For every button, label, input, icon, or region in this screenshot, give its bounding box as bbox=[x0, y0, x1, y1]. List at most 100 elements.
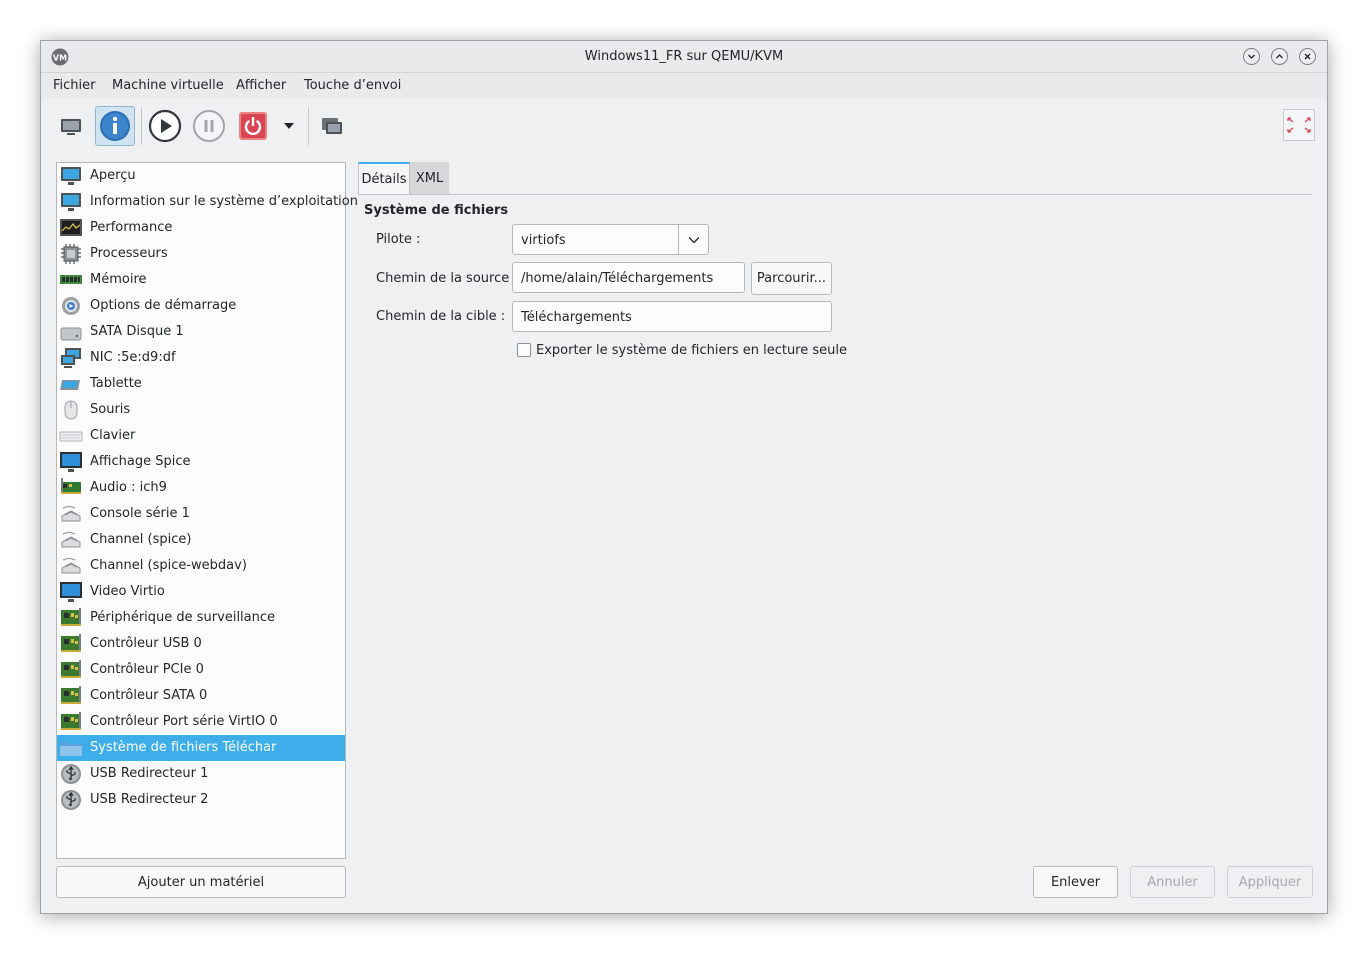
hardware-list-item-label: Video Virtio bbox=[90, 584, 165, 599]
mouse-icon bbox=[64, 400, 78, 420]
maximize-button[interactable] bbox=[1271, 48, 1288, 65]
browse-button[interactable]: Parcourir... bbox=[751, 262, 832, 295]
cancel-button[interactable]: Annuler bbox=[1130, 866, 1215, 898]
run-button[interactable] bbox=[147, 107, 183, 145]
network-icon bbox=[61, 348, 81, 368]
hardware-list-item[interactable]: USB Redirecteur 1 bbox=[57, 761, 345, 787]
tab-xml[interactable]: XML bbox=[410, 162, 449, 194]
hardware-list-item[interactable]: Aperçu bbox=[57, 163, 345, 189]
hardware-list-item[interactable]: Channel (spice) bbox=[57, 527, 345, 553]
source-path-input[interactable]: /home/alain/Téléchargements bbox=[512, 262, 745, 293]
hardware-list-item[interactable]: Console série 1 bbox=[57, 501, 345, 527]
hardware-list-item-label: SATA Disque 1 bbox=[90, 324, 184, 339]
hardware-list: Aperçu Information sur le système d’explo… bbox=[56, 162, 358, 859]
monitor-icon bbox=[61, 119, 81, 135]
disk-icon bbox=[60, 327, 82, 341]
keyboard-icon bbox=[59, 431, 83, 442]
menu-fichier[interactable]: Fichier bbox=[53, 78, 96, 93]
section-title: Système de fichiers bbox=[364, 203, 509, 218]
snapshots-button[interactable] bbox=[317, 112, 347, 142]
pci-card-icon bbox=[61, 608, 81, 626]
window-title: Windows11_FR sur QEMU/KVM bbox=[584, 49, 784, 64]
hardware-list-item[interactable]: NIC :5e:d9:df bbox=[57, 345, 345, 371]
hardware-list-item[interactable]: Système de fichiers Téléchar bbox=[57, 735, 345, 761]
hardware-list-item[interactable]: SATA Disque 1 bbox=[57, 319, 345, 345]
pci-card-icon bbox=[61, 634, 81, 652]
console-view-button[interactable] bbox=[55, 109, 87, 145]
source-path-label: Chemin de la source : bbox=[376, 271, 518, 286]
hardware-list-item-label: Clavier bbox=[90, 428, 136, 443]
tablet-icon bbox=[60, 380, 80, 390]
apply-button[interactable]: Appliquer bbox=[1227, 866, 1313, 898]
hardware-list-item[interactable]: Information sur le système d’exploitatio… bbox=[57, 189, 358, 215]
hardware-list-item[interactable]: Clavier bbox=[57, 423, 345, 449]
hardware-list-item[interactable]: Contrôleur SATA 0 bbox=[57, 683, 345, 709]
toolbar-separator bbox=[141, 107, 142, 145]
hardware-list-item[interactable]: Contrôleur USB 0 bbox=[57, 631, 345, 657]
snapshot-icon bbox=[322, 118, 342, 134]
chevron-down-icon bbox=[688, 236, 699, 243]
driver-select[interactable]: virtiofs bbox=[512, 224, 709, 255]
shutdown-menu-dropdown[interactable] bbox=[279, 115, 299, 137]
tab-details[interactable]: Détails bbox=[358, 162, 410, 194]
hardware-list-item[interactable]: Video Virtio bbox=[57, 579, 345, 605]
hardware-list-item[interactable]: Audio : ich9 bbox=[57, 475, 345, 501]
vm-details-window: VM Windows11_FR sur QEMU/KVM Fichier Mac… bbox=[40, 40, 1328, 914]
power-icon bbox=[239, 112, 267, 140]
menu-bar: Fichier Machine virtuelle Afficher Touch… bbox=[41, 73, 1327, 99]
readonly-checkbox[interactable] bbox=[517, 343, 531, 357]
hardware-list-item-label: USB Redirecteur 1 bbox=[90, 766, 209, 781]
title-bar[interactable]: VM Windows11_FR sur QEMU/KVM bbox=[41, 41, 1327, 73]
hardware-list-item[interactable]: Périphérique de surveillance bbox=[57, 605, 345, 631]
hardware-list-item[interactable]: Channel (spice-webdav) bbox=[57, 553, 345, 579]
hardware-list-item-label: Système de fichiers Téléchar bbox=[90, 740, 277, 755]
hardware-list-item[interactable]: Souris bbox=[57, 397, 345, 423]
hardware-list-item-label: USB Redirecteur 2 bbox=[90, 792, 209, 807]
hardware-list-item-label: Contrôleur Port série VirtIO 0 bbox=[90, 714, 278, 729]
monitor-icon bbox=[61, 167, 81, 185]
hardware-list-item-label: Processeurs bbox=[90, 246, 168, 261]
usb-icon bbox=[61, 764, 81, 784]
details-view-button[interactable] bbox=[95, 106, 135, 146]
hardware-list-item-label: Affichage Spice bbox=[90, 454, 191, 469]
hardware-list-item[interactable]: Performance bbox=[57, 215, 345, 241]
display-icon bbox=[60, 452, 82, 472]
play-icon bbox=[148, 109, 182, 143]
readonly-label[interactable]: Exporter le système de fichiers en lectu… bbox=[536, 343, 847, 358]
memory-icon bbox=[60, 275, 82, 284]
menu-afficher[interactable]: Afficher bbox=[236, 78, 286, 93]
hardware-list-item[interactable]: Processeurs bbox=[57, 241, 345, 267]
hardware-list-item-label: Channel (spice) bbox=[90, 532, 192, 547]
pci-card-icon bbox=[61, 712, 81, 730]
target-path-input[interactable]: Téléchargements bbox=[512, 301, 832, 332]
add-hardware-button[interactable]: Ajouter un matériel bbox=[56, 866, 346, 898]
hardware-list-item-label: Tablette bbox=[90, 376, 142, 391]
menu-machine-virtuelle[interactable]: Machine virtuelle bbox=[112, 78, 224, 93]
hardware-list-item-label: Audio : ich9 bbox=[90, 480, 167, 495]
close-button[interactable] bbox=[1299, 48, 1316, 65]
hardware-list-item-label: Channel (spice-webdav) bbox=[90, 558, 247, 573]
fullscreen-button[interactable] bbox=[1283, 109, 1315, 141]
usb-icon bbox=[61, 790, 81, 810]
hardware-list-item[interactable]: USB Redirecteur 2 bbox=[57, 787, 345, 813]
pause-button[interactable] bbox=[191, 107, 227, 145]
hardware-list-item[interactable]: Contrôleur Port série VirtIO 0 bbox=[57, 709, 345, 735]
hardware-list-item-label: Aperçu bbox=[90, 168, 136, 183]
remove-button[interactable]: Enlever bbox=[1033, 866, 1118, 898]
hardware-list-item[interactable]: Mémoire bbox=[57, 267, 345, 293]
info-icon bbox=[100, 111, 130, 141]
pause-icon bbox=[193, 110, 225, 142]
hardware-list-item[interactable]: Tablette bbox=[57, 371, 345, 397]
hardware-list-item[interactable]: Options de démarrage bbox=[57, 293, 345, 319]
hardware-list-item[interactable]: Affichage Spice bbox=[57, 449, 345, 475]
target-path-label: Chemin de la cible : bbox=[376, 309, 506, 324]
hardware-list-item-label: Souris bbox=[90, 402, 131, 417]
shutdown-button[interactable] bbox=[235, 107, 271, 145]
minimize-button[interactable] bbox=[1243, 48, 1260, 65]
pci-card-icon bbox=[61, 660, 81, 678]
hardware-list-item[interactable]: Contrôleur PCIe 0 bbox=[57, 657, 345, 683]
driver-select-arrow[interactable] bbox=[678, 225, 708, 254]
monitor-icon bbox=[61, 193, 81, 211]
menu-touche-envoi[interactable]: Touche d’envoi bbox=[304, 78, 401, 93]
display-icon bbox=[60, 582, 82, 602]
